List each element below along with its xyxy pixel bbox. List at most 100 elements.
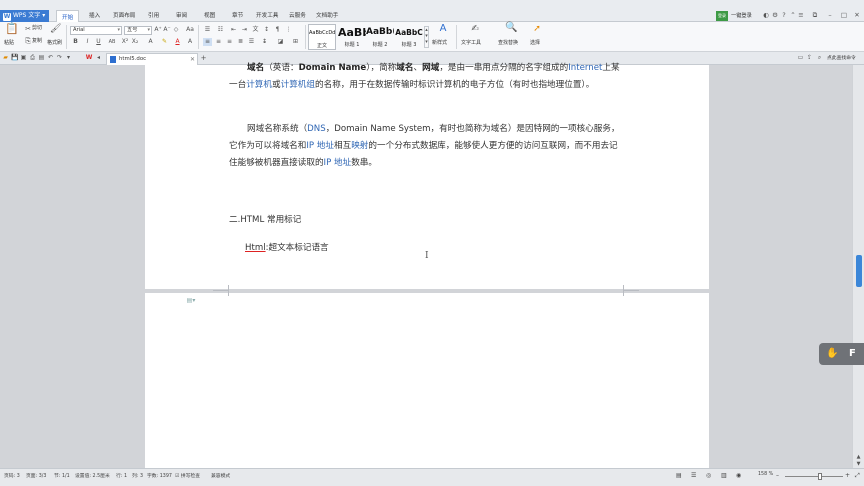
reading-view-icon[interactable]: ▥ (721, 472, 727, 479)
tab-insert[interactable]: 插入 (89, 11, 100, 19)
text-effect-icon[interactable]: A (146, 38, 155, 46)
shading-icon[interactable]: ◪ (276, 38, 285, 46)
tab-developer[interactable]: 开发工具 (256, 11, 278, 19)
find-replace-icon[interactable]: 🔍 (505, 23, 517, 33)
paste-options-icon[interactable]: ▤▾ (185, 297, 197, 305)
paste-icon[interactable]: 📋 (5, 23, 19, 34)
tab-cloud-service[interactable]: 云服务 (289, 11, 306, 19)
decrease-indent-icon[interactable]: ⇤ (229, 26, 238, 34)
zoom-slider-thumb[interactable] (818, 473, 822, 480)
find-replace-button[interactable]: 查找替换 (498, 40, 518, 47)
comment-icon[interactable]: ▭ (797, 54, 804, 62)
style-heading-2[interactable]: AaBb( 标题 2 (366, 24, 394, 50)
tab-list-icon[interactable]: ◂ (95, 54, 102, 62)
document-workspace[interactable]: 域名（英语：Domain Name），简称域名、网域，是由一串用点分隔的名字组成… (0, 63, 864, 468)
underline-icon[interactable]: U (95, 38, 102, 46)
show-marks-icon[interactable]: ¶ (273, 26, 282, 34)
zoom-slider-track[interactable] (785, 476, 843, 477)
help-icon[interactable]: ? (780, 11, 788, 20)
distributed-icon[interactable]: ☰ (247, 38, 256, 46)
styles-scroll-icon[interactable]: ▴ ▾ ▾ (424, 26, 429, 48)
font-color-icon[interactable]: A (174, 38, 181, 46)
highlight-icon[interactable]: ✎ (160, 38, 169, 46)
font-size-select[interactable]: 五号 (124, 26, 152, 35)
tab-doc-assistant[interactable]: 文档助手 (316, 11, 338, 19)
scrollbar-thumb[interactable] (856, 255, 862, 287)
account-badge[interactable]: 登录 (716, 11, 728, 21)
status-word-count[interactable]: 字数: 1397 (147, 472, 172, 479)
text-tools-button[interactable]: 文字工具 (461, 40, 481, 47)
page-view-icon[interactable]: ▤ (676, 472, 682, 479)
tab-chapter[interactable]: 章节 (232, 11, 243, 19)
fit-page-icon[interactable]: ⤢ (855, 472, 860, 480)
justify-icon[interactable]: ≣ (236, 38, 245, 46)
line-spacing-icon[interactable]: ↨ (260, 38, 269, 46)
link-computer[interactable]: 计算机 (246, 80, 272, 90)
redo-icon[interactable]: ↷ (56, 54, 63, 62)
restore-window-icon[interactable]: ⧉ (811, 11, 819, 20)
spell-check-toggle[interactable]: ☑ 拼写检查 (175, 472, 200, 479)
style-heading-1[interactable]: AaBb 标题 1 (338, 24, 366, 50)
new-style-icon[interactable]: A (437, 24, 449, 34)
select-button[interactable]: 选择 (530, 40, 540, 47)
new-style-button[interactable]: 新样式 (432, 40, 447, 47)
vertical-scrollbar[interactable]: ▲ ▼ (852, 65, 864, 468)
tab-review[interactable]: 审阅 (176, 11, 187, 19)
tab-view[interactable]: 视图 (204, 11, 215, 19)
zoom-in-icon[interactable]: + (845, 472, 850, 479)
italic-icon[interactable]: I (84, 38, 91, 46)
tab-page-layout[interactable]: 页面布局 (113, 11, 135, 19)
font-name-select[interactable]: Arial (70, 26, 122, 35)
minimize-icon[interactable]: – (826, 11, 834, 20)
numbering-icon[interactable]: ☷ (216, 26, 225, 34)
skin-icon[interactable]: ◐ (762, 11, 770, 20)
copy-icon[interactable]: ⎘ (24, 37, 32, 45)
wps-home-icon[interactable]: W (85, 54, 93, 62)
shrink-font-icon[interactable]: A⁻ (163, 26, 171, 34)
clear-format-icon[interactable]: ◇ (172, 26, 180, 34)
subscript-icon[interactable]: X₂ (131, 38, 139, 46)
floating-toolbar-button[interactable]: ✋ F (819, 343, 864, 365)
open-folder-icon[interactable]: ▰ (2, 54, 9, 62)
strikethrough-icon[interactable]: AB (107, 38, 117, 46)
login-link[interactable]: 一键登录 (731, 12, 752, 19)
text-tools-icon[interactable]: ✍ (469, 25, 481, 34)
cut-button[interactable]: 剪切 (32, 25, 42, 32)
print-icon[interactable]: ⎙ (29, 54, 36, 62)
document-tab[interactable]: html5.doc ✕ (106, 53, 198, 65)
tab-references[interactable]: 引用 (148, 11, 159, 19)
close-icon[interactable]: ✕ (853, 11, 861, 20)
superscript-icon[interactable]: X² (121, 38, 129, 46)
outline-view-icon[interactable]: ☰ (691, 472, 696, 479)
border-icon[interactable]: ⊞ (291, 38, 300, 46)
web-view-icon[interactable]: ◎ (706, 472, 711, 479)
maximize-icon[interactable]: □ (840, 11, 848, 20)
save-as-icon[interactable]: ▣ (20, 54, 27, 62)
align-left-icon[interactable]: ≡ (203, 38, 212, 46)
document-page[interactable]: ▤▾ (145, 290, 709, 468)
eye-protection-icon[interactable]: ◉ (736, 472, 741, 479)
save-icon[interactable]: 💾 (11, 54, 18, 62)
command-search[interactable]: 点此查找命令 (827, 55, 856, 62)
paste-button[interactable]: 粘贴 (4, 40, 14, 47)
app-menu-button[interactable]: W WPS 文字 ▾ (0, 10, 49, 22)
format-painter-button[interactable]: 格式刷 (47, 40, 62, 47)
tab-home[interactable]: 开始 (56, 10, 80, 22)
grow-font-icon[interactable]: A⁺ (154, 26, 162, 34)
link-ip-address-2[interactable]: IP 地址 (324, 158, 352, 168)
customize-icon[interactable]: ▾ (65, 54, 72, 62)
link-mapping[interactable]: 映射 (351, 141, 368, 151)
search-icon[interactable]: ⌕ (816, 54, 823, 62)
close-tab-icon[interactable]: ✕ (190, 54, 195, 65)
menu-icon[interactable]: ≡ (797, 11, 805, 20)
document-page[interactable]: 域名（英语：Domain Name），简称域名、网域，是由一串用点分隔的名字组成… (145, 63, 709, 291)
minimize-ribbon-icon[interactable]: ⌃ (789, 11, 797, 20)
share-icon[interactable]: ⇪ (806, 54, 813, 62)
settings-icon[interactable]: ⚙ (771, 11, 779, 20)
style-heading-3[interactable]: AaBbC 标题 3 (395, 24, 423, 50)
cut-icon[interactable]: ✂ (24, 25, 32, 33)
next-page-icon[interactable]: ▼ (854, 460, 863, 468)
style-normal[interactable]: AaBbCcDd 正文 (308, 24, 336, 50)
align-center-icon[interactable]: ≡ (214, 38, 223, 46)
zoom-out-icon[interactable]: – (776, 472, 779, 479)
